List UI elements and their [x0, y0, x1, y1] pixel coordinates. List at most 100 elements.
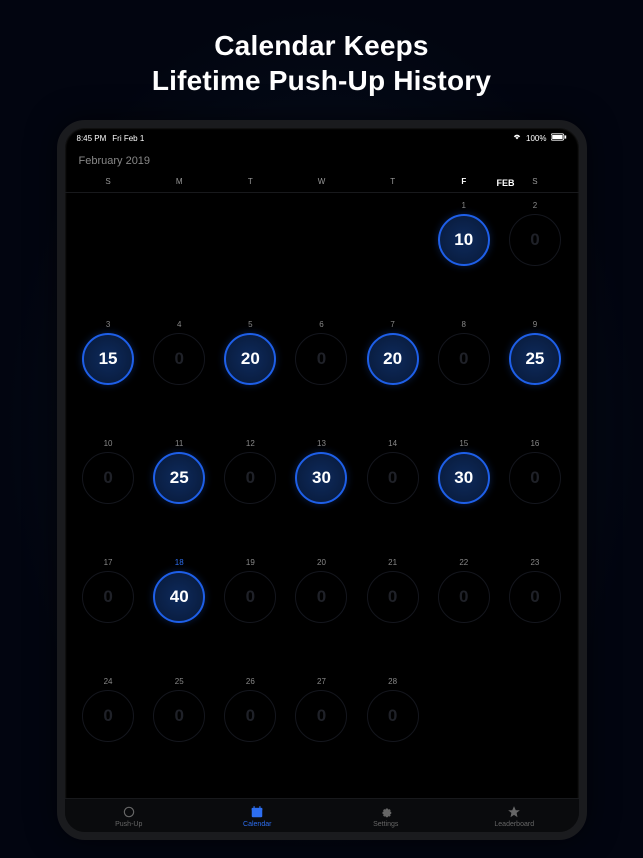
tab-label: Push-Up — [115, 821, 142, 828]
calendar-cell[interactable]: 260 — [215, 675, 286, 794]
calendar-cell[interactable]: 315 — [73, 318, 144, 437]
calendar-cell[interactable]: 100 — [73, 437, 144, 556]
calendar-cell[interactable]: 720 — [357, 318, 428, 437]
calendar-cell[interactable]: 80 — [428, 318, 499, 437]
day-count-filled[interactable]: 25 — [153, 452, 205, 504]
day-count-empty[interactable]: 0 — [295, 571, 347, 623]
calendar-cell[interactable]: 160 — [499, 437, 570, 556]
tab-label: Settings — [373, 821, 398, 828]
day-count-empty[interactable]: 0 — [509, 571, 561, 623]
calendar-cell[interactable]: 520 — [215, 318, 286, 437]
calendar-cell[interactable]: 240 — [73, 675, 144, 794]
day-count-empty[interactable]: 0 — [153, 690, 205, 742]
calendar-cell[interactable]: 1330 — [286, 437, 357, 556]
day-count-empty[interactable]: 0 — [153, 333, 205, 385]
day-number: 3 — [106, 320, 110, 329]
day-count-filled[interactable]: 40 — [153, 571, 205, 623]
calendar-cell — [215, 199, 286, 318]
day-number: 27 — [317, 677, 326, 686]
day-count-empty[interactable]: 0 — [224, 571, 276, 623]
day-count-filled[interactable]: 30 — [438, 452, 490, 504]
status-date: Fri Feb 1 — [112, 134, 144, 143]
day-count-empty[interactable]: 0 — [224, 452, 276, 504]
day-count-empty[interactable]: 0 — [438, 333, 490, 385]
calendar-cell[interactable]: 280 — [357, 675, 428, 794]
calendar-cell[interactable]: 925 — [499, 318, 570, 437]
day-number: 1 — [462, 201, 466, 210]
day-count-empty[interactable]: 0 — [509, 452, 561, 504]
weekday-label: T — [357, 173, 428, 192]
calendar-cell[interactable]: 1125 — [144, 437, 215, 556]
day-number: 14 — [388, 439, 397, 448]
calendar-cell[interactable]: 210 — [357, 556, 428, 675]
calendar-cell[interactable]: 250 — [144, 675, 215, 794]
day-number: 8 — [462, 320, 466, 329]
tab-settings[interactable]: Settings — [322, 805, 451, 828]
day-count-empty[interactable]: 0 — [367, 571, 419, 623]
weekday-label: S — [73, 173, 144, 192]
weekday-label: F — [428, 173, 499, 192]
day-number: 24 — [104, 677, 113, 686]
day-count-empty[interactable]: 0 — [82, 452, 134, 504]
day-count-empty[interactable]: 0 — [438, 571, 490, 623]
status-time: 8:45 PM — [77, 134, 107, 143]
circle-icon — [122, 805, 136, 819]
calendar-grid: 1102031540520607208092510011251201330140… — [65, 193, 579, 798]
day-number: 25 — [175, 677, 184, 686]
calendar-cell[interactable]: 20 — [499, 199, 570, 318]
marketing-headline: Calendar Keeps Lifetime Push-Up History — [132, 0, 511, 120]
day-count-filled[interactable]: 15 — [82, 333, 134, 385]
day-number: 12 — [246, 439, 255, 448]
wifi-icon — [512, 133, 522, 143]
tab-leaderboard[interactable]: Leaderboard — [450, 805, 579, 828]
day-count-empty[interactable]: 0 — [367, 452, 419, 504]
calendar-cell[interactable]: 220 — [428, 556, 499, 675]
tab-calendar[interactable]: Calendar — [193, 805, 322, 828]
day-count-empty[interactable]: 0 — [82, 571, 134, 623]
day-number: 5 — [248, 320, 252, 329]
day-count-empty[interactable]: 0 — [295, 333, 347, 385]
calendar-cell[interactable]: 120 — [215, 437, 286, 556]
calendar-cell[interactable]: 1530 — [428, 437, 499, 556]
day-count-filled[interactable]: 30 — [295, 452, 347, 504]
day-count-filled[interactable]: 10 — [438, 214, 490, 266]
weekday-label: W — [286, 173, 357, 192]
day-count-filled[interactable]: 25 — [509, 333, 561, 385]
battery-icon — [551, 133, 567, 143]
calendar-cell[interactable]: 270 — [286, 675, 357, 794]
day-count-empty[interactable]: 0 — [295, 690, 347, 742]
tab-push-up[interactable]: Push-Up — [65, 805, 194, 828]
tab-label: Calendar — [243, 821, 271, 828]
day-count-filled[interactable]: 20 — [367, 333, 419, 385]
calendar-cell[interactable]: 230 — [499, 556, 570, 675]
calendar-cell[interactable]: 1840 — [144, 556, 215, 675]
day-number: 6 — [319, 320, 323, 329]
calendar-cell[interactable]: 190 — [215, 556, 286, 675]
day-count-empty[interactable]: 0 — [224, 690, 276, 742]
status-bar: 8:45 PM Fri Feb 1 100% — [65, 128, 579, 145]
gear-icon — [379, 805, 393, 819]
day-count-empty[interactable]: 0 — [509, 214, 561, 266]
calendar-cell[interactable]: 170 — [73, 556, 144, 675]
month-title: February 2019 — [65, 145, 579, 173]
day-number: 17 — [104, 558, 113, 567]
day-count-filled[interactable]: 20 — [224, 333, 276, 385]
day-number: 4 — [177, 320, 181, 329]
day-number: 15 — [459, 439, 468, 448]
tab-bar: Push-Up Calendar Settings Leaderboard — [65, 798, 579, 832]
day-number: 23 — [530, 558, 539, 567]
calendar-cell — [73, 199, 144, 318]
day-number: 13 — [317, 439, 326, 448]
calendar-cell — [144, 199, 215, 318]
calendar-cell[interactable]: 110 — [428, 199, 499, 318]
day-count-empty[interactable]: 0 — [367, 690, 419, 742]
day-count-empty[interactable]: 0 — [82, 690, 134, 742]
star-icon — [507, 805, 521, 819]
day-number: 20 — [317, 558, 326, 567]
calendar-cell[interactable]: 200 — [286, 556, 357, 675]
month-badge: FEB — [497, 178, 515, 188]
calendar-cell[interactable]: 60 — [286, 318, 357, 437]
calendar-cell[interactable]: 40 — [144, 318, 215, 437]
calendar-cell[interactable]: 140 — [357, 437, 428, 556]
day-number: 11 — [175, 439, 183, 448]
